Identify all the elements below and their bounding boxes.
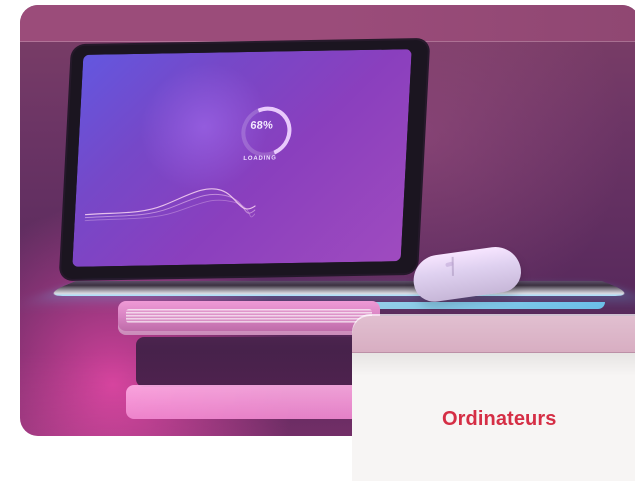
category-card-shadow (352, 352, 635, 376)
category-card[interactable]: Ordinateurs (352, 316, 635, 481)
loading-label: LOADING (243, 155, 277, 162)
category-card-header (352, 316, 635, 353)
page-root: 68% LOADING Ordinateurs (0, 0, 635, 481)
loading-percentage: 68% (250, 119, 274, 132)
laptop-base (39, 281, 635, 296)
laptop-display: 68% LOADING (72, 49, 412, 267)
category-title[interactable]: Ordinateurs (442, 408, 556, 431)
book-top (118, 301, 380, 335)
wave-line-icon (84, 188, 256, 222)
